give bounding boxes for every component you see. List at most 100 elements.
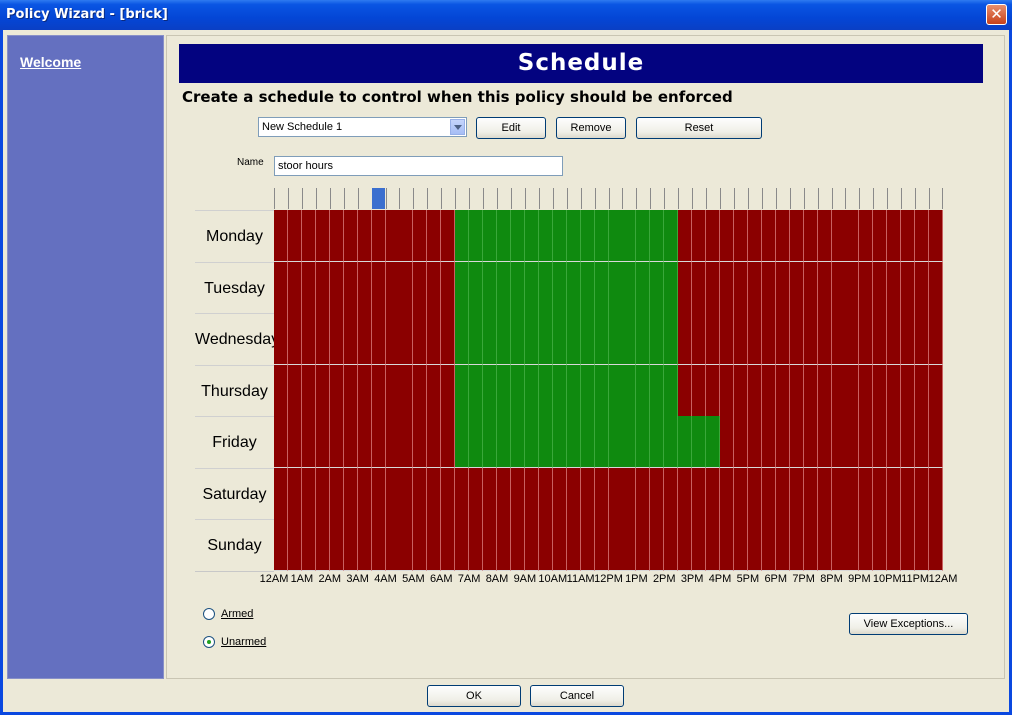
schedule-cell[interactable] xyxy=(706,467,721,520)
schedule-cell[interactable] xyxy=(664,519,679,572)
schedule-cell[interactable] xyxy=(274,519,288,572)
schedule-cell[interactable] xyxy=(608,313,623,366)
schedule-cell[interactable] xyxy=(789,519,804,572)
schedule-cell[interactable] xyxy=(357,416,372,469)
schedule-cell[interactable] xyxy=(803,364,818,417)
schedule-cell[interactable] xyxy=(483,261,498,314)
schedule-cell[interactable] xyxy=(274,467,288,520)
schedule-cell[interactable] xyxy=(650,467,665,520)
schedule-cell[interactable] xyxy=(859,416,874,469)
schedule-cell[interactable] xyxy=(650,519,665,572)
schedule-cell[interactable] xyxy=(915,313,930,366)
schedule-cell[interactable] xyxy=(706,210,721,262)
schedule-cell[interactable] xyxy=(845,313,860,366)
schedule-cell[interactable] xyxy=(427,364,442,417)
schedule-cell[interactable] xyxy=(315,261,330,314)
schedule-cell[interactable] xyxy=(692,210,707,262)
schedule-cell[interactable] xyxy=(887,364,902,417)
schedule-cell[interactable] xyxy=(831,313,846,366)
schedule-cell[interactable] xyxy=(664,313,679,366)
schedule-cell[interactable] xyxy=(789,467,804,520)
schedule-cell[interactable] xyxy=(343,364,358,417)
schedule-cell[interactable] xyxy=(538,210,553,262)
schedule-cell[interactable] xyxy=(622,467,637,520)
schedule-cell[interactable] xyxy=(343,261,358,314)
schedule-cell[interactable] xyxy=(873,519,888,572)
schedule-cell[interactable] xyxy=(413,416,428,469)
schedule-cell[interactable] xyxy=(413,313,428,366)
schedule-cell[interactable] xyxy=(747,261,762,314)
schedule-cell[interactable] xyxy=(817,313,832,366)
schedule-cell[interactable] xyxy=(803,416,818,469)
schedule-cell[interactable] xyxy=(622,519,637,572)
schedule-cell[interactable] xyxy=(329,467,344,520)
schedule-cell[interactable] xyxy=(733,210,748,262)
schedule-cell[interactable] xyxy=(315,313,330,366)
schedule-cell[interactable] xyxy=(385,519,400,572)
schedule-cell[interactable] xyxy=(580,313,595,366)
schedule-cell[interactable] xyxy=(441,519,456,572)
schedule-cell[interactable] xyxy=(357,364,372,417)
schedule-cell[interactable] xyxy=(664,364,679,417)
schedule-cell[interactable] xyxy=(845,364,860,417)
schedule-cell[interactable] xyxy=(859,210,874,262)
schedule-cell[interactable] xyxy=(747,467,762,520)
schedule-cell[interactable] xyxy=(901,519,916,572)
schedule-cell[interactable] xyxy=(887,467,902,520)
schedule-cell[interactable] xyxy=(566,210,581,262)
schedule-cell[interactable] xyxy=(357,519,372,572)
schedule-cell[interactable] xyxy=(510,261,525,314)
schedule-cell[interactable] xyxy=(859,313,874,366)
schedule-cell[interactable] xyxy=(385,364,400,417)
schedule-cell[interactable] xyxy=(608,467,623,520)
schedule-cell[interactable] xyxy=(441,261,456,314)
schedule-cell[interactable] xyxy=(371,261,386,314)
schedule-cell[interactable] xyxy=(343,313,358,366)
schedule-cell[interactable] xyxy=(594,261,609,314)
schedule-cell[interactable] xyxy=(510,416,525,469)
schedule-cell[interactable] xyxy=(371,467,386,520)
schedule-cell[interactable] xyxy=(357,210,372,262)
schedule-cell[interactable] xyxy=(803,210,818,262)
schedule-cell[interactable] xyxy=(483,467,498,520)
schedule-cell[interactable] xyxy=(552,519,567,572)
schedule-cell[interactable] xyxy=(343,416,358,469)
schedule-cell[interactable] xyxy=(636,210,651,262)
schedule-cell[interactable] xyxy=(873,364,888,417)
schedule-cell[interactable] xyxy=(873,416,888,469)
schedule-cell[interactable] xyxy=(301,519,316,572)
schedule-cell[interactable] xyxy=(524,364,539,417)
schedule-cell[interactable] xyxy=(497,364,511,417)
schedule-cell[interactable] xyxy=(915,416,930,469)
schedule-cell[interactable] xyxy=(775,210,790,262)
schedule-cell[interactable] xyxy=(329,364,344,417)
schedule-cell[interactable] xyxy=(580,519,595,572)
schedule-cell[interactable] xyxy=(831,467,846,520)
schedule-cell[interactable] xyxy=(678,467,693,520)
schedule-cell[interactable] xyxy=(817,416,832,469)
schedule-cell[interactable] xyxy=(315,210,330,262)
schedule-cell[interactable] xyxy=(469,313,484,366)
schedule-cell[interactable] xyxy=(427,210,442,262)
schedule-cell[interactable] xyxy=(608,364,623,417)
schedule-cell[interactable] xyxy=(510,364,525,417)
schedule-cell[interactable] xyxy=(441,416,456,469)
schedule-cell[interactable] xyxy=(538,364,553,417)
schedule-cell[interactable] xyxy=(399,364,414,417)
schedule-cell[interactable] xyxy=(469,519,484,572)
schedule-cell[interactable] xyxy=(859,519,874,572)
schedule-cell[interactable] xyxy=(497,467,511,520)
schedule-cell[interactable] xyxy=(274,416,288,469)
schedule-cell[interactable] xyxy=(315,364,330,417)
schedule-cell[interactable] xyxy=(650,261,665,314)
schedule-cell[interactable] xyxy=(287,416,302,469)
schedule-cell[interactable] xyxy=(622,313,637,366)
schedule-cell[interactable] xyxy=(469,210,484,262)
schedule-cell[interactable] xyxy=(301,364,316,417)
schedule-cell[interactable] xyxy=(650,313,665,366)
schedule-cell[interactable] xyxy=(873,261,888,314)
schedule-cell[interactable] xyxy=(678,313,693,366)
schedule-cell[interactable] xyxy=(399,519,414,572)
unarmed-label[interactable]: Unarmed xyxy=(221,636,266,648)
schedule-cell[interactable] xyxy=(720,519,734,572)
